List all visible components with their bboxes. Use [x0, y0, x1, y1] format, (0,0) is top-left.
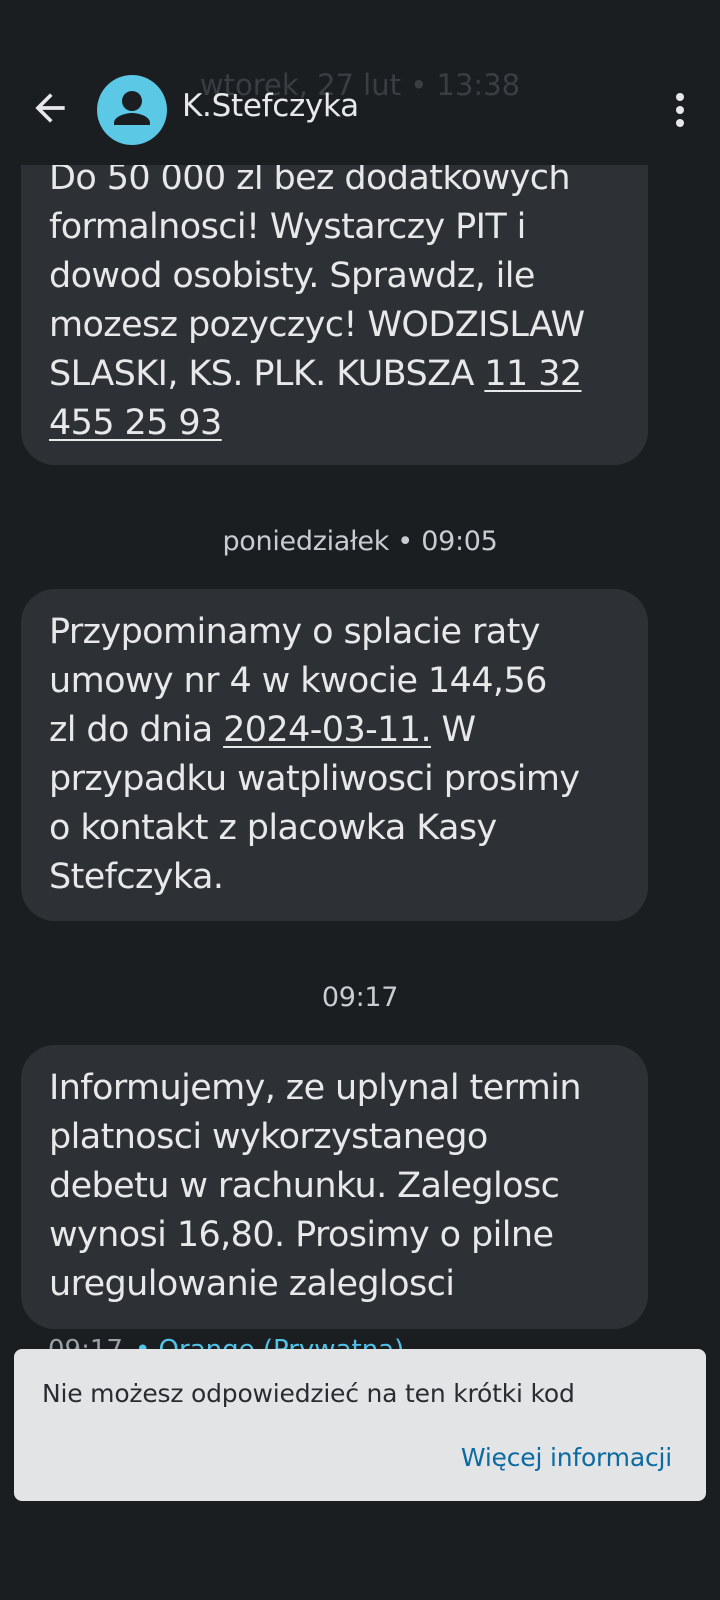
notice-text: Nie możesz odpowiedzieć na ten krótki ko… [42, 1379, 575, 1408]
message-text: SLASKI, KS. PLK. KUBSZA [49, 354, 485, 394]
message-line: mozesz pozyczyc! WODZISLAW [49, 305, 585, 345]
message-bubble[interactable]: Informujemy, ze uplynal termin platnosci… [21, 1045, 648, 1329]
message-line: o kontakt z placowka Kasy [49, 808, 497, 848]
message-timestamp: 09:17 [321, 982, 399, 1013]
contact-name[interactable]: K.Stefczyka [182, 88, 359, 124]
message-bubble[interactable]: Do 50 000 zl bez dodatkowych formalnosci… [21, 140, 648, 465]
back-arrow-icon[interactable] [28, 86, 72, 130]
message-text: W [431, 710, 477, 750]
message-line: SLASKI, KS. PLK. KUBSZA 11 32 [49, 350, 620, 399]
message-line: formalnosci! Wystarczy PIT i [49, 207, 526, 247]
more-options-icon[interactable] [664, 88, 696, 132]
person-icon [114, 91, 150, 125]
message-line: zl do dnia 2024-03-11. W [49, 706, 620, 755]
phone-number-link[interactable]: 11 32 [484, 354, 582, 394]
phone-number-link[interactable]: 455 25 93 [49, 403, 222, 443]
message-line: Stefczyka. [49, 857, 224, 897]
reply-disabled-notice: Nie możesz odpowiedzieć na ten krótki ko… [14, 1349, 706, 1501]
message-line: Przypominamy o splacie raty [49, 612, 540, 652]
message-line: przypadku watpliwosci prosimy [49, 759, 580, 799]
message-line: uregulowanie zaleglosci [49, 1264, 455, 1304]
message-line: wynosi 16,80. Prosimy o pilne [49, 1215, 554, 1255]
conversation-screen: Do 50 000 zl bez dodatkowych formalnosci… [0, 0, 720, 1600]
message-line: dowod osobisty. Sprawdz, ile [49, 256, 535, 296]
message-bubble[interactable]: Przypominamy o splacie raty umowy nr 4 w… [21, 589, 648, 921]
message-line: umowy nr 4 w kwocie 144,56 [49, 661, 547, 701]
date-link[interactable]: 2024-03-11. [223, 710, 432, 750]
message-line: 455 25 93 [49, 399, 620, 448]
message-line: Informujemy, ze uplynal termin [49, 1068, 582, 1108]
message-line: debetu w rachunku. Zaleglosc [49, 1166, 560, 1206]
more-info-link[interactable]: Więcej informacji [461, 1443, 672, 1472]
top-app-bar: wtorek, 27 lut • 13:38 K.Stefczyka [0, 0, 720, 165]
message-line: platnosci wykorzystanego [49, 1117, 488, 1157]
avatar[interactable] [97, 75, 167, 145]
message-text: zl do dnia [49, 710, 224, 750]
message-timestamp: poniedziałek • 09:05 [222, 526, 498, 557]
